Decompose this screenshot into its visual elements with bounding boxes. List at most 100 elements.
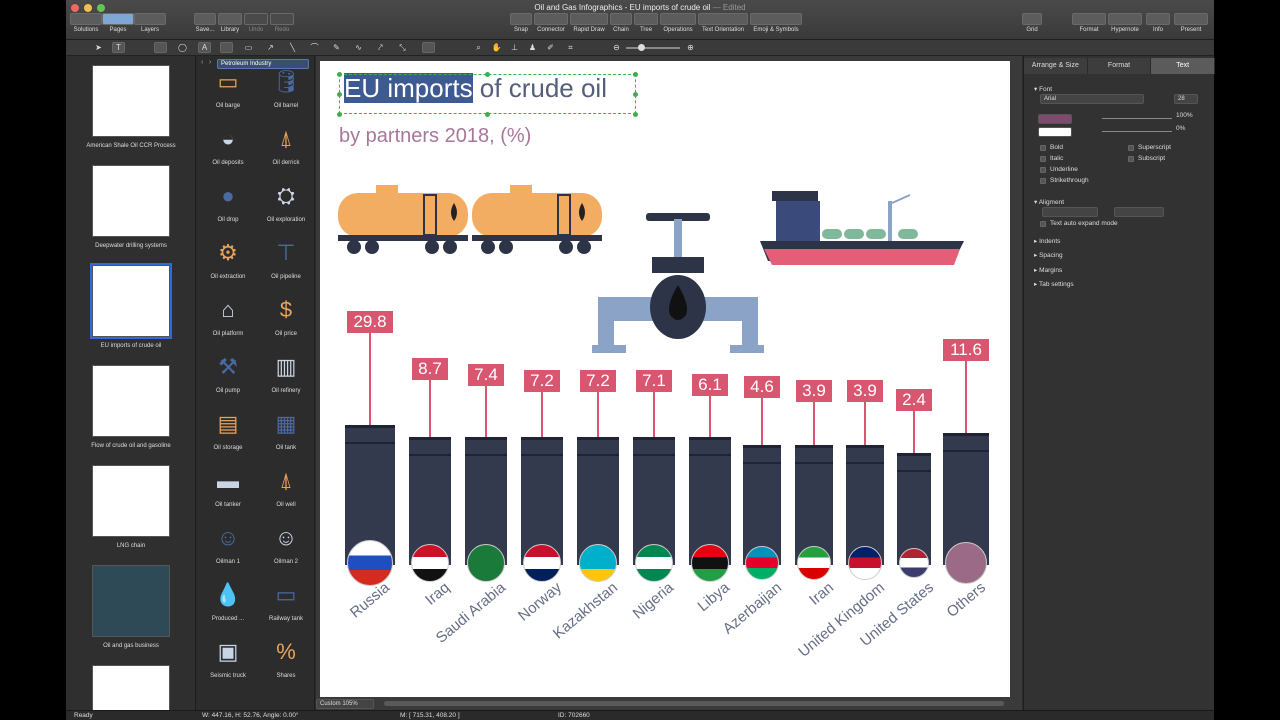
font-name-select[interactable]: Arial bbox=[1040, 94, 1144, 104]
zoom-out-icon[interactable]: ⊖ bbox=[610, 42, 623, 53]
alignment-section-label[interactable]: ▾ Aligment bbox=[1034, 198, 1064, 206]
page-thumb-1[interactable]: Deepwater drilling systems bbox=[66, 165, 195, 249]
resize-handle[interactable] bbox=[337, 72, 342, 77]
connector-tool-icon[interactable]: ⤤ bbox=[374, 42, 387, 53]
eyedropper-icon[interactable]: ✐ bbox=[544, 42, 557, 53]
page-thumb-3[interactable]: Flow of crude oil and gasoline bbox=[66, 365, 195, 449]
text-color-well[interactable] bbox=[1038, 114, 1072, 124]
chain-tool-icon[interactable]: ⤡ bbox=[396, 42, 409, 53]
zoom-select[interactable]: Custom 105% bbox=[316, 699, 374, 709]
library-item[interactable]: ☺ Oilman 2 bbox=[257, 520, 314, 565]
arrow-tool-icon[interactable]: ↗ bbox=[264, 42, 277, 53]
resize-handle[interactable] bbox=[337, 112, 342, 117]
library-item[interactable]: ▥ Oil refinery bbox=[257, 349, 314, 394]
library-item[interactable]: 💧 Produced ... bbox=[199, 577, 257, 622]
person-icon[interactable]: ♟ bbox=[526, 42, 539, 53]
rectangle-tool-icon[interactable] bbox=[154, 42, 167, 53]
save-button[interactable]: Save... bbox=[194, 13, 216, 33]
resize-handle[interactable] bbox=[633, 112, 638, 117]
tree-button[interactable]: Tree bbox=[634, 13, 658, 33]
value-label[interactable]: 8.7 bbox=[412, 358, 448, 380]
stamp-icon[interactable]: ⊥ bbox=[508, 42, 521, 53]
tab-text[interactable]: Text bbox=[1151, 58, 1216, 74]
document-page[interactable]: EU imports of crude oil by partners 2018… bbox=[320, 61, 1010, 697]
emoji-symbols-button[interactable]: Emoji & Symbols bbox=[750, 13, 802, 33]
value-label[interactable]: 3.9 bbox=[796, 380, 832, 402]
zoom-slider[interactable] bbox=[626, 47, 680, 49]
background-opacity-slider[interactable] bbox=[1102, 131, 1172, 132]
pen-tool-icon[interactable]: ✎ bbox=[330, 42, 343, 53]
text-select-tool-icon[interactable]: T bbox=[112, 42, 125, 53]
bold-checkbox[interactable]: Bold bbox=[1040, 144, 1063, 151]
value-label[interactable]: 7.2 bbox=[524, 370, 560, 392]
pages-button[interactable]: Pages bbox=[102, 13, 134, 33]
text-orientation-button[interactable]: Text Orientation bbox=[698, 13, 748, 33]
library-item[interactable]: ▭ Oil barge bbox=[199, 64, 257, 109]
page-thumb-4[interactable]: LNG chain bbox=[66, 465, 195, 549]
hypernote-button[interactable]: Hypernote bbox=[1108, 13, 1142, 33]
library-item[interactable]: ⚒ Oil pump bbox=[199, 349, 257, 394]
underline-checkbox[interactable]: Underline bbox=[1040, 166, 1078, 173]
callout-tool-icon[interactable]: ▭ bbox=[242, 42, 255, 53]
background-color-well[interactable] bbox=[1038, 127, 1072, 137]
solutions-button[interactable]: Solutions bbox=[70, 13, 102, 33]
library-item[interactable]: ⍋ Oil derrick bbox=[257, 121, 314, 166]
info-button[interactable]: Info bbox=[1146, 13, 1170, 33]
library-item[interactable]: $ Oil price bbox=[257, 292, 314, 337]
page-thumb-6[interactable] bbox=[66, 665, 195, 710]
arc-tool-icon[interactable]: ⌒ bbox=[308, 42, 321, 53]
subscript-checkbox[interactable]: Subscript bbox=[1128, 155, 1165, 162]
pipeline-valve-illustration[interactable] bbox=[590, 209, 770, 357]
hand-icon[interactable]: ✋ bbox=[490, 42, 503, 53]
page-thumb-5[interactable]: Oil and gas business bbox=[66, 565, 195, 649]
textbox-tool-icon[interactable] bbox=[220, 42, 233, 53]
tab-arrange-size[interactable]: Arrange & Size bbox=[1024, 58, 1088, 74]
library-item[interactable]: ⍋ Oil well bbox=[257, 463, 314, 508]
grid-button[interactable]: Grid bbox=[1022, 13, 1042, 33]
library-item[interactable]: ▣ Seismic truck bbox=[199, 634, 257, 679]
zoom-slider-knob[interactable] bbox=[638, 44, 645, 51]
page-subtitle[interactable]: by partners 2018, (%) bbox=[339, 125, 531, 148]
library-item[interactable]: ▬ Oil tanker bbox=[199, 463, 257, 508]
library-item[interactable]: 🛢 Oil barrel bbox=[257, 64, 314, 109]
library-button[interactable]: Library bbox=[218, 13, 242, 33]
resize-handle[interactable] bbox=[485, 112, 490, 117]
snap-button[interactable]: Snap bbox=[510, 13, 532, 33]
value-label[interactable]: 6.1 bbox=[692, 374, 728, 396]
library-item[interactable]: ◒ Oil deposits bbox=[199, 121, 257, 166]
chain-button[interactable]: Chain bbox=[610, 13, 632, 33]
resize-handle[interactable] bbox=[633, 72, 638, 77]
library-item[interactable]: ▦ Oil tank bbox=[257, 406, 314, 451]
oil-tanker-illustration[interactable] bbox=[758, 187, 968, 271]
present-button[interactable]: Present bbox=[1174, 13, 1208, 33]
value-label[interactable]: 29.8 bbox=[347, 311, 393, 333]
value-label[interactable]: 7.4 bbox=[468, 364, 504, 386]
connector-button[interactable]: Connector bbox=[534, 13, 568, 33]
ellipse-tool-icon[interactable]: ◯ bbox=[176, 42, 189, 53]
margins-section[interactable]: ▸ Margins bbox=[1034, 266, 1062, 274]
line-tool-icon[interactable]: ╲ bbox=[286, 42, 299, 53]
indents-section[interactable]: ▸ Indents bbox=[1034, 237, 1060, 245]
page-thumb-0[interactable]: American Shale Oil CCR Process bbox=[66, 65, 195, 149]
tab-settings-section[interactable]: ▸ Tab settings bbox=[1034, 280, 1074, 288]
text-tool-icon[interactable]: A bbox=[198, 42, 211, 53]
rapid-draw-button[interactable]: Rapid Draw bbox=[570, 13, 608, 33]
operations-button[interactable]: Operations bbox=[660, 13, 696, 33]
strikethrough-checkbox[interactable]: Strikethrough bbox=[1040, 177, 1089, 184]
redo-button[interactable]: Redo bbox=[270, 13, 294, 33]
image-tool-icon[interactable] bbox=[422, 42, 435, 53]
text-opacity-slider[interactable] bbox=[1102, 118, 1172, 119]
pointer-tool-icon[interactable]: ➤ bbox=[92, 42, 105, 53]
library-item[interactable]: ⊤ Oil pipeline bbox=[257, 235, 314, 280]
library-item[interactable]: ⚙ Oil extraction bbox=[199, 235, 257, 280]
resize-handle[interactable] bbox=[633, 92, 638, 97]
resize-handle[interactable] bbox=[337, 92, 342, 97]
library-item[interactable]: ⛭ Oil exploration bbox=[257, 178, 314, 223]
library-item[interactable]: ● Oil drop bbox=[199, 178, 257, 223]
library-item[interactable]: ☺ Oilman 1 bbox=[199, 520, 257, 565]
spacing-section[interactable]: ▸ Spacing bbox=[1034, 251, 1063, 259]
value-label[interactable]: 7.1 bbox=[636, 370, 672, 392]
resize-handle[interactable] bbox=[485, 72, 490, 77]
auto-expand-checkbox[interactable]: Text auto expand mode bbox=[1040, 220, 1118, 227]
undo-button[interactable]: Undo bbox=[244, 13, 268, 33]
